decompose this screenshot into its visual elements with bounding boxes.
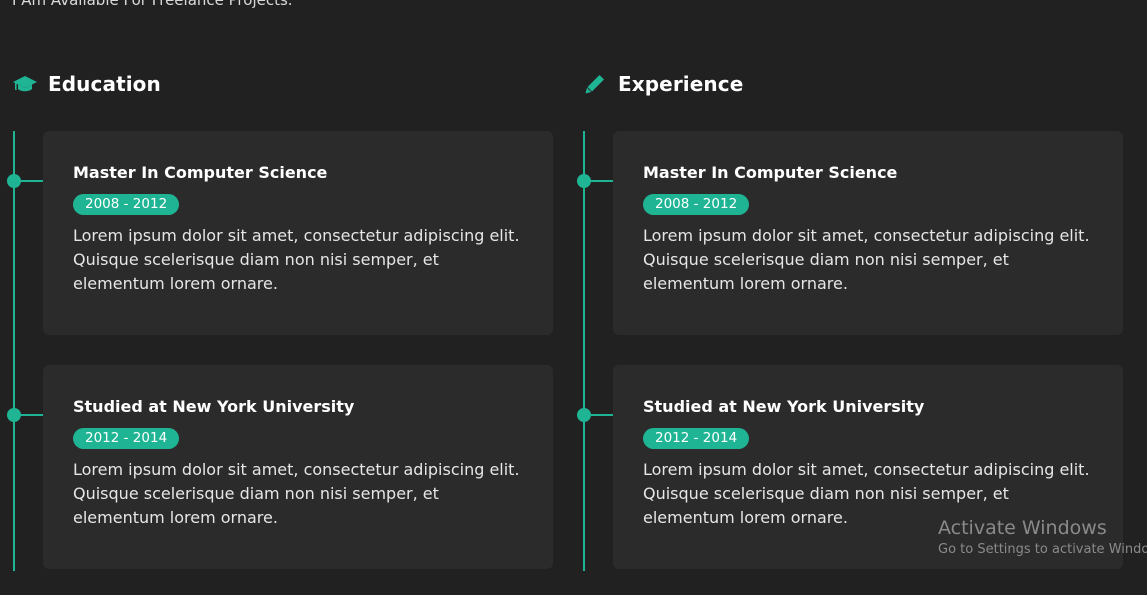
timeline-connector xyxy=(14,414,44,416)
watermark-subtitle: Go to Settings to activate Windows. xyxy=(938,542,1147,557)
timeline-connector xyxy=(14,180,44,182)
year-badge: 2008 - 2012 xyxy=(643,194,750,215)
card-title: Master In Computer Science xyxy=(73,163,328,182)
watermark-title: Activate Windows xyxy=(938,517,1107,539)
year-badge: 2012 - 2014 xyxy=(73,428,180,449)
experience-card: Master In Computer Science 2008 - 2012 L… xyxy=(613,131,1123,335)
education-title: Education xyxy=(48,72,161,96)
timeline-connector xyxy=(584,414,614,416)
education-card: Master In Computer Science 2008 - 2012 L… xyxy=(43,131,553,335)
graduation-cap-icon xyxy=(12,72,38,96)
year-badge: 2012 - 2014 xyxy=(643,428,750,449)
experience-timeline-line xyxy=(583,131,585,571)
education-heading: Education xyxy=(12,72,161,96)
timeline-connector xyxy=(584,180,614,182)
card-description: Lorem ipsum dolor sit amet, consectetur … xyxy=(73,460,520,527)
card-title: Master In Computer Science xyxy=(643,163,898,182)
experience-title: Experience xyxy=(618,72,744,96)
education-timeline-line xyxy=(13,131,15,571)
activate-windows-watermark: Activate Windows Go to Settings to activ… xyxy=(938,517,1147,557)
card-title: Studied at New York University xyxy=(643,397,925,416)
experience-section: Experience Master In Computer Science 20… xyxy=(570,0,1123,595)
year-badge: 2008 - 2012 xyxy=(73,194,180,215)
card-title: Studied at New York University xyxy=(73,397,355,416)
card-description: Lorem ipsum dolor sit amet, consectetur … xyxy=(643,226,1090,293)
pencil-icon xyxy=(582,72,608,96)
card-description: Lorem ipsum dolor sit amet, consectetur … xyxy=(73,226,520,293)
education-section: Education Master In Computer Science 200… xyxy=(0,0,553,595)
experience-heading: Experience xyxy=(582,72,743,96)
education-card: Studied at New York University 2012 - 20… xyxy=(43,365,553,569)
